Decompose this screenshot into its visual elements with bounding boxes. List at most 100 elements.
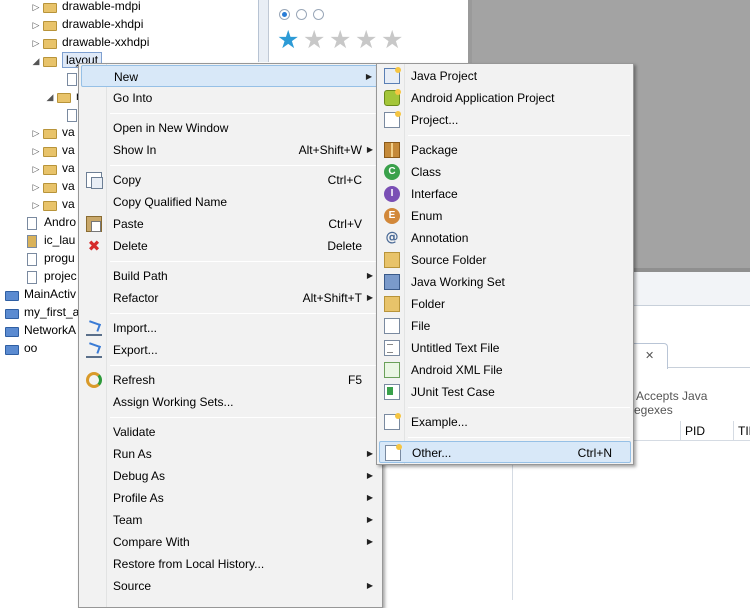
project-item[interactable]: MainActiv — [4, 285, 76, 303]
menu-separator — [110, 261, 379, 262]
submenu-arrow-icon: ▶ — [366, 471, 373, 480]
submenu-item-android-xml-file[interactable]: Android XML File — [379, 359, 631, 381]
menu-item-delete[interactable]: ✖ Delete Delete — [81, 235, 380, 257]
menu-item-copy[interactable]: Copy Ctrl+C — [81, 169, 380, 191]
menu-item-compare-with[interactable]: Compare With ▶ — [81, 531, 380, 553]
menu-item-restore-local-history[interactable]: Restore from Local History... — [81, 553, 380, 575]
menu-item-refactor[interactable]: Refactor Alt+Shift+T ▶ — [81, 287, 380, 309]
menu-item-assign-working-sets[interactable]: Assign Working Sets... — [81, 391, 380, 413]
menu-item-build-path[interactable]: Build Path ▶ — [81, 265, 380, 287]
expand-arrow-icon[interactable]: ▷ — [30, 124, 42, 142]
submenu-item-java-project[interactable]: Java Project — [379, 65, 631, 87]
star-empty-icon[interactable]: ★ — [303, 26, 325, 54]
expand-arrow-icon[interactable]: ▷ — [30, 34, 42, 52]
tree-item[interactable]: ▷ va — [30, 123, 75, 141]
menu-separator — [110, 313, 379, 314]
tree-item[interactable]: ▷ va — [30, 195, 75, 213]
tree-item[interactable]: ▷ drawable-xxhdpi — [30, 33, 150, 52]
submenu-item-class[interactable]: C Class — [379, 161, 631, 183]
submenu-item-untitled-text-file[interactable]: Untitled Text File — [379, 337, 631, 359]
expand-arrow-icon[interactable]: ▷ — [30, 196, 42, 214]
submenu-arrow-icon: ▶ — [366, 271, 373, 280]
expand-arrow-icon[interactable]: ▷ — [30, 16, 42, 34]
expand-arrow-icon[interactable]: ▷ — [30, 160, 42, 178]
menu-item-show-in[interactable]: Show In Alt+Shift+W ▶ — [81, 139, 380, 161]
menu-item-new[interactable]: New ▶ — [81, 65, 380, 87]
collapse-arrow-icon[interactable]: ◢ — [44, 88, 56, 106]
submenu-item-package[interactable]: Package — [379, 139, 631, 161]
submenu-item-folder[interactable]: Folder — [379, 293, 631, 315]
tree-item[interactable]: progu — [24, 249, 75, 267]
radio-button[interactable] — [313, 9, 324, 20]
project-folder-icon — [4, 306, 20, 320]
submenu-item-project[interactable]: Project... — [379, 109, 631, 131]
column-header-tid[interactable]: TID — [733, 421, 750, 441]
menu-item-import[interactable]: Import... — [81, 317, 380, 339]
menu-separator — [408, 407, 630, 408]
collapse-arrow-icon[interactable]: ◢ — [30, 52, 42, 70]
folder-icon — [42, 18, 58, 32]
menu-separator — [408, 437, 630, 438]
menu-item-team[interactable]: Team ▶ — [81, 509, 380, 531]
project-item[interactable]: oo — [4, 339, 37, 357]
folder-icon — [42, 198, 58, 212]
submenu-item-source-folder[interactable]: Source Folder — [379, 249, 631, 271]
view-splitter[interactable] — [258, 0, 268, 62]
expand-arrow-icon[interactable]: ▷ — [30, 142, 42, 160]
tree-item[interactable]: ▷ drawable-xhdpi — [30, 15, 144, 34]
package-icon — [384, 142, 400, 158]
star-empty-icon[interactable]: ★ — [355, 26, 377, 54]
new-submenu: Java Project Android Application Project… — [376, 63, 634, 465]
menu-item-go-into[interactable]: Go Into — [81, 87, 380, 109]
star-filled-icon[interactable]: ★ — [277, 26, 299, 54]
submenu-item-java-working-set[interactable]: Java Working Set — [379, 271, 631, 293]
project-folder-icon — [4, 324, 20, 338]
manifest-file-icon — [24, 216, 40, 230]
menu-item-copy-qualified-name[interactable]: Copy Qualified Name — [81, 191, 380, 213]
close-icon[interactable]: ✕ — [645, 349, 654, 362]
tree-item[interactable]: Andro — [24, 213, 76, 231]
submenu-arrow-icon: ▶ — [366, 493, 373, 502]
star-empty-icon[interactable]: ★ — [329, 26, 351, 54]
submenu-item-android-application-project[interactable]: Android Application Project — [379, 87, 631, 109]
star-empty-icon[interactable]: ★ — [381, 26, 403, 54]
tree-item[interactable]: ic_lau — [24, 231, 75, 249]
submenu-item-enum[interactable]: E Enum — [379, 205, 631, 227]
expand-arrow-icon[interactable]: ▷ — [30, 0, 42, 16]
menu-item-refresh[interactable]: Refresh F5 — [81, 369, 380, 391]
project-item[interactable]: my_first_a — [4, 303, 79, 321]
submenu-item-interface[interactable]: I Interface — [379, 183, 631, 205]
menu-item-paste[interactable]: Paste Ctrl+V — [81, 213, 380, 235]
menu-item-validate[interactable]: Validate — [81, 421, 380, 443]
radio-button[interactable] — [279, 9, 290, 20]
file-icon — [24, 270, 40, 284]
submenu-item-example[interactable]: Example... — [379, 411, 631, 433]
tree-item[interactable]: ▷ va — [30, 159, 75, 177]
android-xml-icon — [384, 362, 400, 378]
tree-item[interactable]: ▷ va — [30, 141, 75, 159]
submenu-item-annotation[interactable]: @ Annotation — [379, 227, 631, 249]
column-header-pid[interactable]: PID — [680, 421, 705, 441]
menu-item-open-new-window[interactable]: Open in New Window — [81, 117, 380, 139]
class-icon: C — [384, 164, 400, 180]
folder-icon — [42, 180, 58, 194]
java-project-icon — [384, 67, 401, 84]
submenu-item-file[interactable]: File — [379, 315, 631, 337]
menu-item-run-as[interactable]: Run As ▶ — [81, 443, 380, 465]
submenu-item-junit-test-case[interactable]: JUnit Test Case — [379, 381, 631, 403]
tree-item[interactable]: ▷ va — [30, 177, 75, 195]
folder-open-icon — [56, 90, 72, 104]
radio-button[interactable] — [296, 9, 307, 20]
menu-separator — [110, 365, 379, 366]
project-item[interactable]: NetworkA — [4, 321, 76, 339]
tree-item[interactable]: ▷ drawable-mdpi — [30, 0, 141, 15]
menu-item-export[interactable]: Export... — [81, 339, 380, 361]
submenu-item-other[interactable]: Other... Ctrl+N — [379, 441, 631, 463]
menu-item-profile-as[interactable]: Profile As ▶ — [81, 487, 380, 509]
expand-arrow-icon[interactable]: ▷ — [30, 178, 42, 196]
tree-item[interactable]: projec — [24, 267, 77, 285]
project-folder-icon — [4, 342, 20, 356]
menu-item-source[interactable]: Source ▶ — [81, 575, 380, 597]
menu-item-debug-as[interactable]: Debug As ▶ — [81, 465, 380, 487]
copy-icon — [86, 172, 103, 189]
